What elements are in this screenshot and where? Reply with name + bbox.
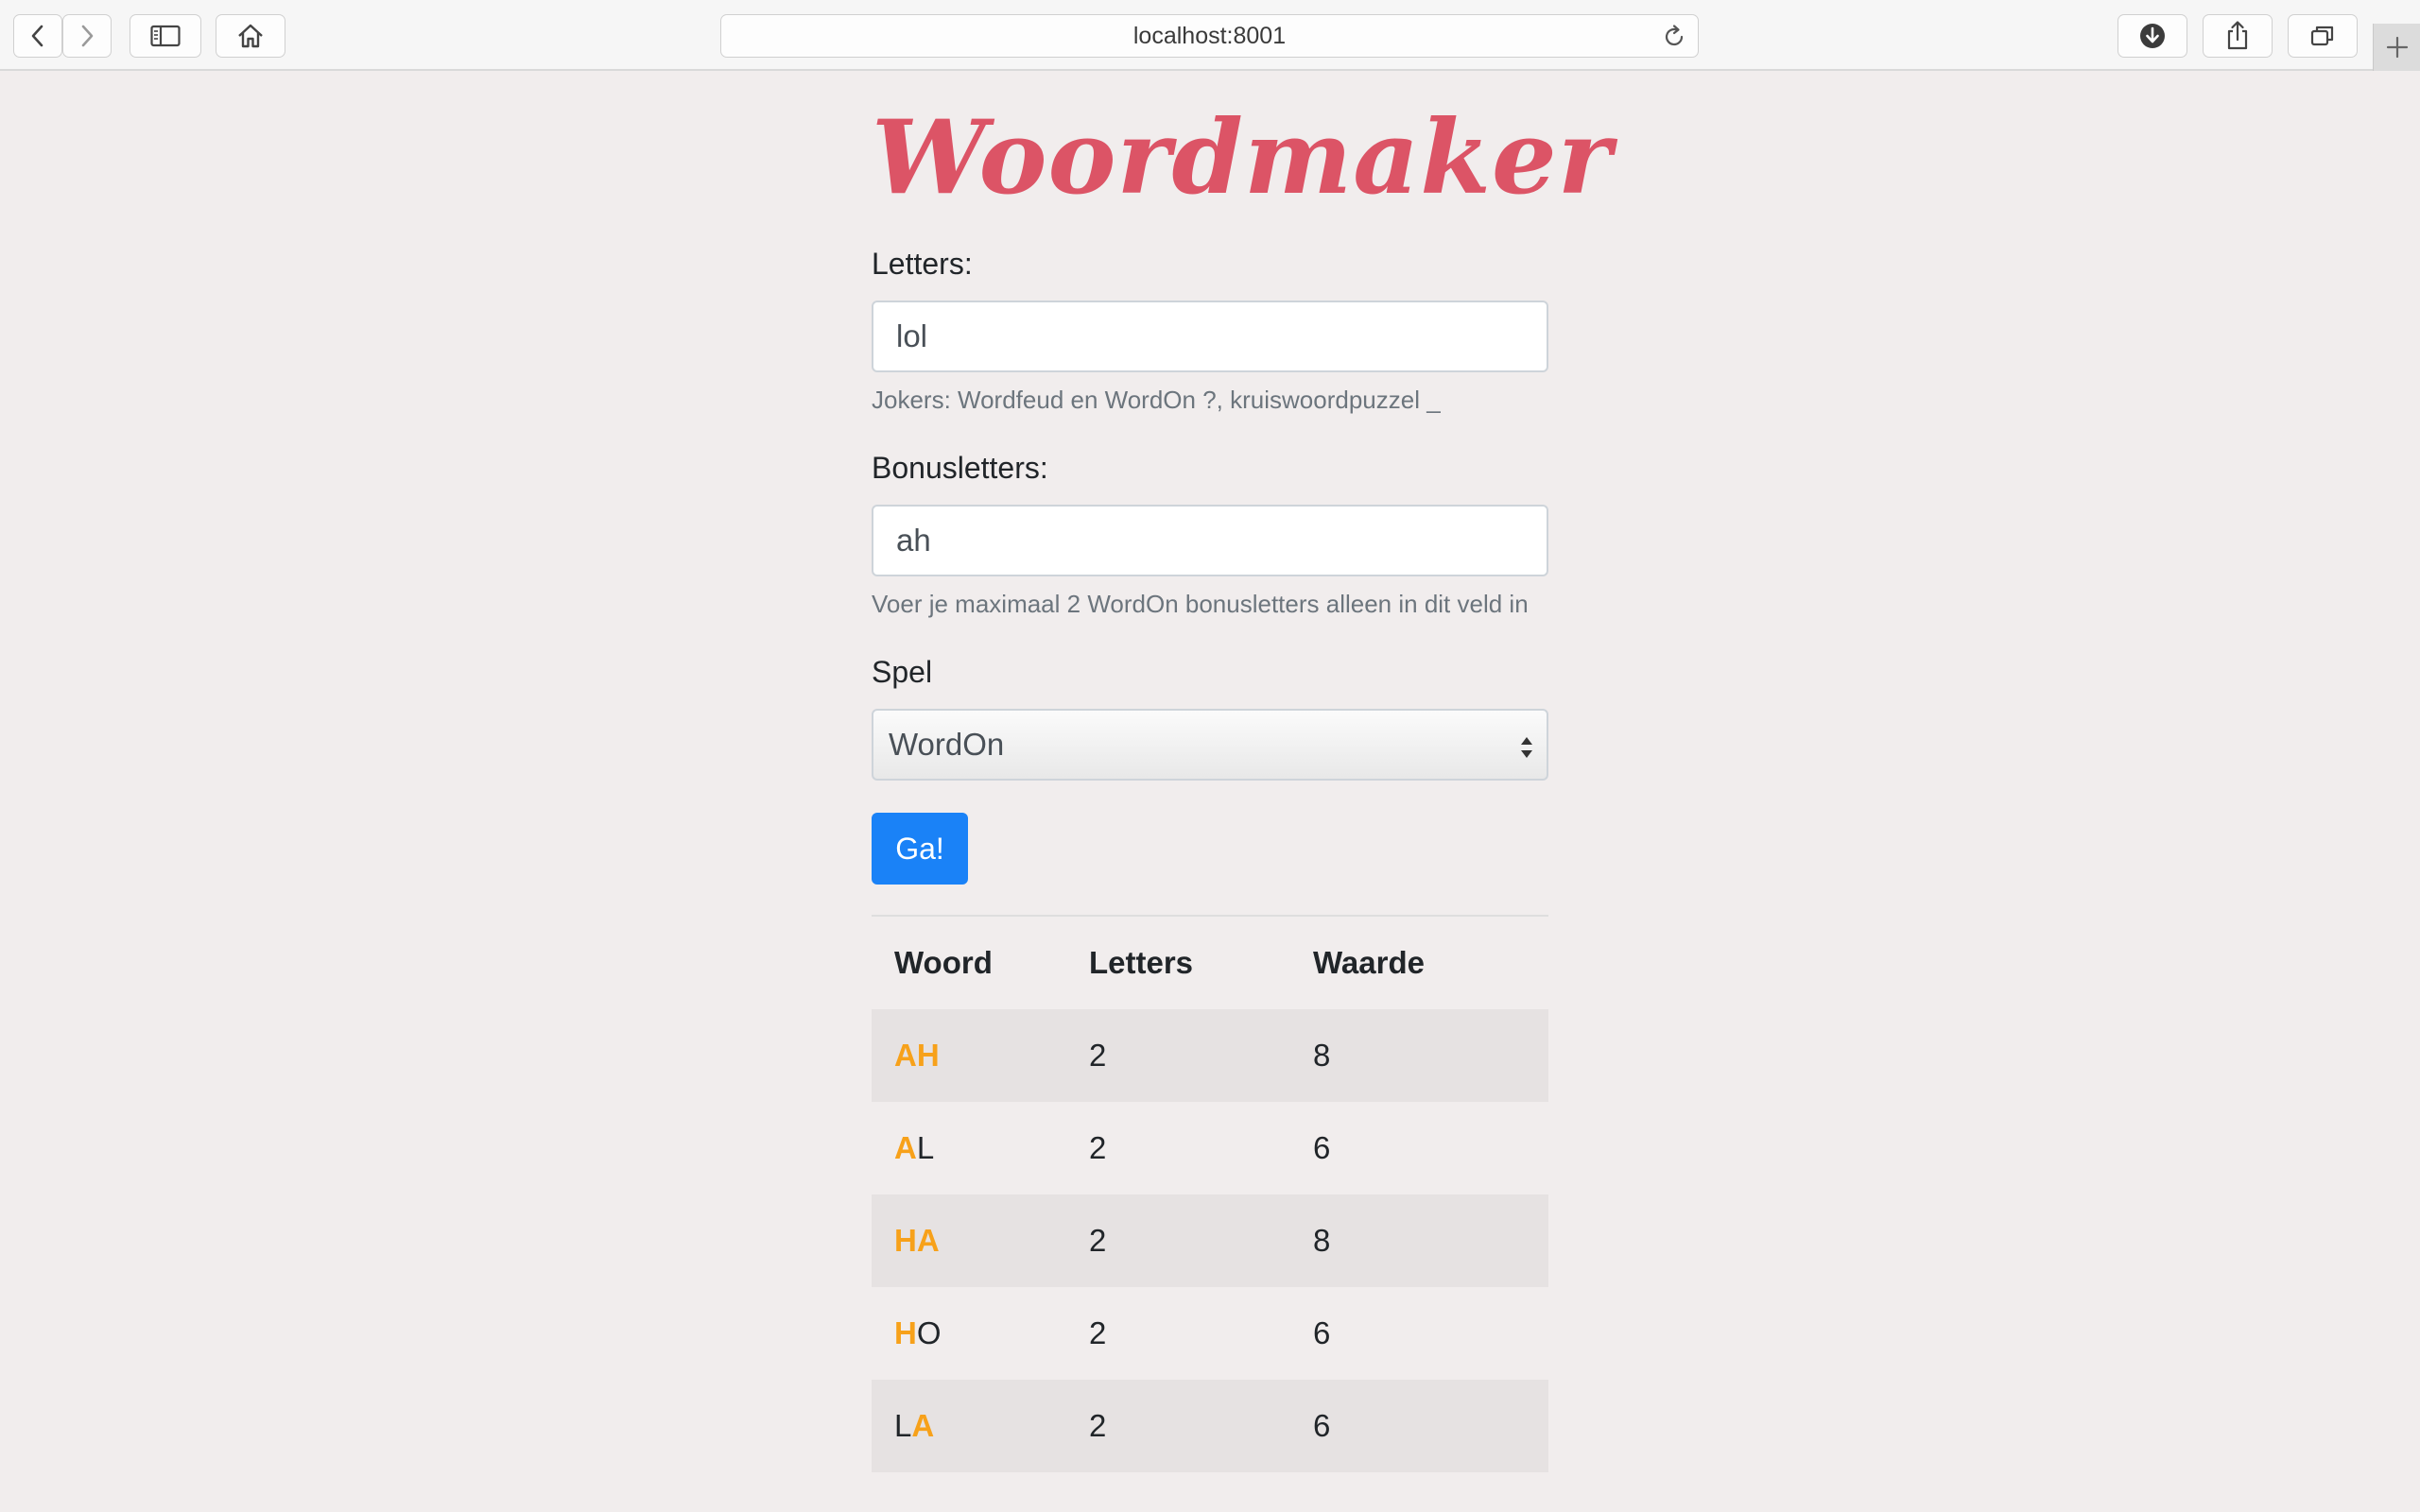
letters-label: Letters: [872,247,973,281]
game-label: Spel [872,655,933,689]
chevron-left-icon [31,25,43,47]
reload-icon [1665,25,1684,46]
chevron-right-icon [81,25,94,47]
word-cell: AL [872,1102,1089,1194]
game-select-value: WordOn [889,727,1005,762]
home-button[interactable] [216,14,285,58]
bonus-letter: H [916,1038,940,1073]
bonus-letter: H [894,1223,917,1258]
bonus-letters-label: Bonusletters: [872,451,1048,485]
home-icon [238,24,263,48]
sidebar-icon [150,25,181,47]
value-cell: 8 [1313,1194,1548,1287]
table-header-row: Woord Letters Waarde [872,917,1548,1009]
game-select[interactable]: WordOn [872,709,1548,781]
reload-button[interactable] [1660,23,1688,58]
bonus-letter: H [894,1315,917,1350]
forward-button[interactable] [62,14,112,58]
column-header-value: Waarde [1313,945,1425,980]
share-button[interactable] [2203,14,2273,58]
select-arrows-icon [1518,733,1535,769]
table-row: AL 2 6 [872,1102,1548,1194]
bonus-letter: A [916,1223,940,1258]
sidebar-button[interactable] [130,14,201,58]
results-body: AH 2 8 AL 2 6 HA 2 8 HO 2 6 LA 2 6 [872,1009,1548,1472]
page-container: Woordmaker Letters: lol Jokers: Wordfeud… [872,71,1613,1472]
letters-cell: 2 [1089,1315,1107,1350]
plus-icon [2386,36,2408,59]
letters-help-text: Jokers: Wordfeud en WordOn ?, kruiswoord… [872,386,1441,414]
letters-input[interactable]: lol [872,301,1548,372]
bonus-letter: A [911,1408,935,1443]
page-title: Woordmaker [872,98,1613,217]
results-table: Woord Letters Waarde AH 2 8 AL 2 6 HA 2 8 HO 2 6 LA 2… [872,917,1548,1472]
table-row: HA 2 8 [872,1194,1548,1287]
column-header-letters: Letters [1089,945,1194,980]
bonus-letter: A [894,1038,917,1073]
value-cell: 6 [1313,1130,1331,1165]
submit-button[interactable]: Ga! [872,813,968,885]
letters-cell: 2 [1089,1130,1107,1165]
bonus-letters-input[interactable]: ah [872,505,1548,576]
word-cell: AH [872,1009,1089,1102]
letters-cell: 2 [1089,1194,1313,1287]
new-tab-button[interactable] [2373,24,2420,71]
value-cell: 6 [1313,1380,1548,1472]
table-row: LA 2 6 [872,1380,1548,1472]
bonus-letters-input-value: ah [896,523,931,558]
browser-toolbar: localhost:8001 [0,0,2420,71]
address-bar[interactable]: localhost:8001 [720,14,1699,58]
tabs-overview-button[interactable] [2288,14,2358,58]
column-header-word: Woord [894,945,993,980]
letters-cell: 2 [1089,1380,1313,1472]
letters-cell: 2 [1089,1009,1313,1102]
downloads-button[interactable] [2118,14,2187,58]
letter: O [916,1315,942,1350]
word-cell: LA [872,1380,1089,1472]
back-button[interactable] [13,14,62,58]
tabs-icon [2310,26,2334,46]
letter: L [894,1408,912,1443]
bonus-letter: A [894,1130,917,1165]
table-row: HO 2 6 [872,1287,1548,1380]
table-row: AH 2 8 [872,1009,1548,1102]
word-cell: HA [872,1194,1089,1287]
url-text: localhost:8001 [1132,22,1287,49]
value-cell: 6 [1313,1315,1331,1350]
bonus-letters-help-text: Voer je maximaal 2 WordOn bonusletters a… [872,590,1529,618]
download-icon [2140,24,2165,48]
share-icon [2227,21,2248,50]
value-cell: 8 [1313,1009,1548,1102]
letter: L [916,1130,935,1165]
letters-input-value: lol [896,318,928,353]
word-cell: HO [872,1287,1089,1380]
